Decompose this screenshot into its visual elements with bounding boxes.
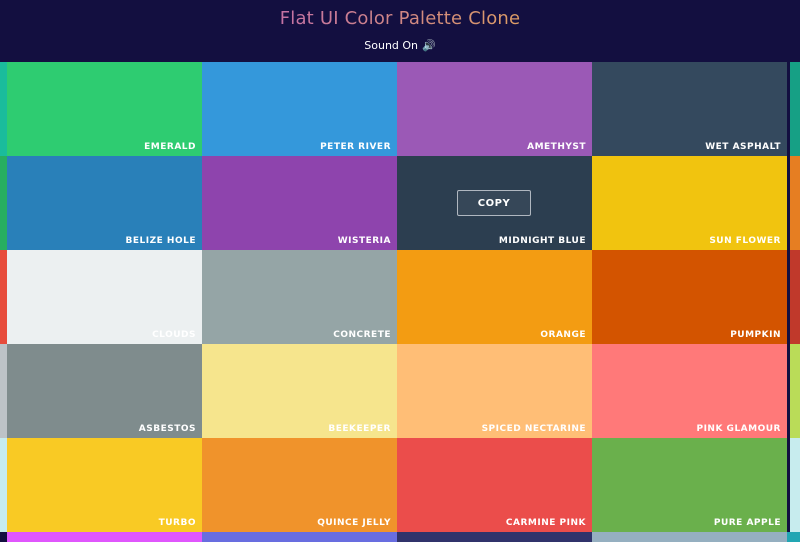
color-swatch[interactable]: WET ASPHALT — [592, 62, 787, 156]
swatch-name: AMETHYST — [527, 142, 586, 152]
color-swatch[interactable]: QUINCE JELLY — [202, 438, 397, 532]
color-swatch-partial[interactable] — [7, 532, 202, 542]
left-edge-swatch[interactable] — [0, 156, 7, 250]
right-edge-swatch[interactable] — [790, 344, 800, 438]
color-swatch[interactable]: PINK GLAMOUR — [592, 344, 787, 438]
color-swatch[interactable]: AMETHYST — [397, 62, 592, 156]
left-edge-swatch[interactable] — [0, 344, 7, 438]
header: Flat UI Color Palette Clone Sound On 🔊 — [0, 0, 800, 62]
swatch-name: CONCRETE — [333, 330, 391, 340]
right-edge-swatch[interactable] — [790, 156, 800, 250]
swatch-name: MIDNIGHT BLUE — [498, 236, 586, 246]
color-grid: EMERALD PETER RIVER AMETHYST WET ASPHALT BEL… — [0, 62, 800, 542]
swatch-name: PURE APPLE — [713, 518, 781, 528]
swatch-name: QUINCE JELLY — [317, 518, 391, 528]
color-swatch-partial[interactable] — [592, 532, 787, 542]
swatch-name: ASBESTOS — [138, 424, 196, 434]
color-swatch[interactable]: MIDNIGHT BLUE COPY — [397, 156, 592, 250]
color-swatch[interactable]: SUN FLOWER — [592, 156, 787, 250]
color-swatch[interactable]: CONCRETE — [202, 250, 397, 344]
left-edge-swatch[interactable] — [0, 62, 7, 156]
swatch-name: PINK GLAMOUR — [696, 424, 781, 434]
swatch-name: SUN FLOWER — [709, 236, 781, 246]
color-swatch[interactable]: CARMINE PINK — [397, 438, 592, 532]
swatch-name: ORANGE — [540, 330, 586, 340]
color-swatch[interactable]: ASBESTOS — [7, 344, 202, 438]
swatch-name: EMERALD — [144, 142, 196, 152]
swatch-name: CLOUDS — [152, 330, 196, 340]
color-swatch[interactable]: PUMPKIN — [592, 250, 787, 344]
right-edge-swatch[interactable] — [790, 438, 800, 532]
color-swatch[interactable]: EMERALD — [7, 62, 202, 156]
color-swatch[interactable]: BELIZE HOLE — [7, 156, 202, 250]
swatch-name: PUMPKIN — [730, 330, 781, 340]
swatch-name: BELIZE HOLE — [125, 236, 196, 246]
swatch-name: SPICED NECTARINE — [481, 424, 586, 434]
swatch-name: TURBO — [158, 518, 196, 528]
swatch-name: WISTERIA — [337, 236, 391, 246]
color-swatch[interactable]: PETER RIVER — [202, 62, 397, 156]
color-swatch[interactable]: PURE APPLE — [592, 438, 787, 532]
sound-label: Sound On — [364, 39, 419, 52]
color-swatch[interactable]: BEEKEEPER — [202, 344, 397, 438]
page-title: Flat UI Color Palette Clone — [0, 8, 800, 29]
sound-toggle[interactable]: Sound On 🔊 — [0, 39, 800, 52]
swatch-name: PETER RIVER — [320, 142, 391, 152]
right-edge-swatch[interactable] — [790, 62, 800, 156]
color-swatch-partial[interactable] — [397, 532, 592, 542]
color-swatch[interactable]: WISTERIA — [202, 156, 397, 250]
color-swatch[interactable]: SPICED NECTARINE — [397, 344, 592, 438]
copy-button[interactable]: COPY — [457, 190, 531, 216]
speaker-icon: 🔊 — [422, 39, 436, 52]
color-swatch[interactable]: ORANGE — [397, 250, 592, 344]
swatch-name: BEEKEEPER — [328, 424, 391, 434]
right-edge-swatch[interactable] — [790, 250, 800, 344]
color-swatch[interactable]: CLOUDS — [7, 250, 202, 344]
left-edge-swatch[interactable] — [0, 250, 7, 344]
left-edge-swatch[interactable] — [0, 438, 7, 532]
color-swatch-partial[interactable] — [202, 532, 397, 542]
color-swatch-partial[interactable] — [787, 532, 800, 542]
swatch-name: WET ASPHALT — [705, 142, 781, 152]
swatch-name: CARMINE PINK — [505, 518, 586, 528]
color-swatch[interactable]: TURBO — [7, 438, 202, 532]
